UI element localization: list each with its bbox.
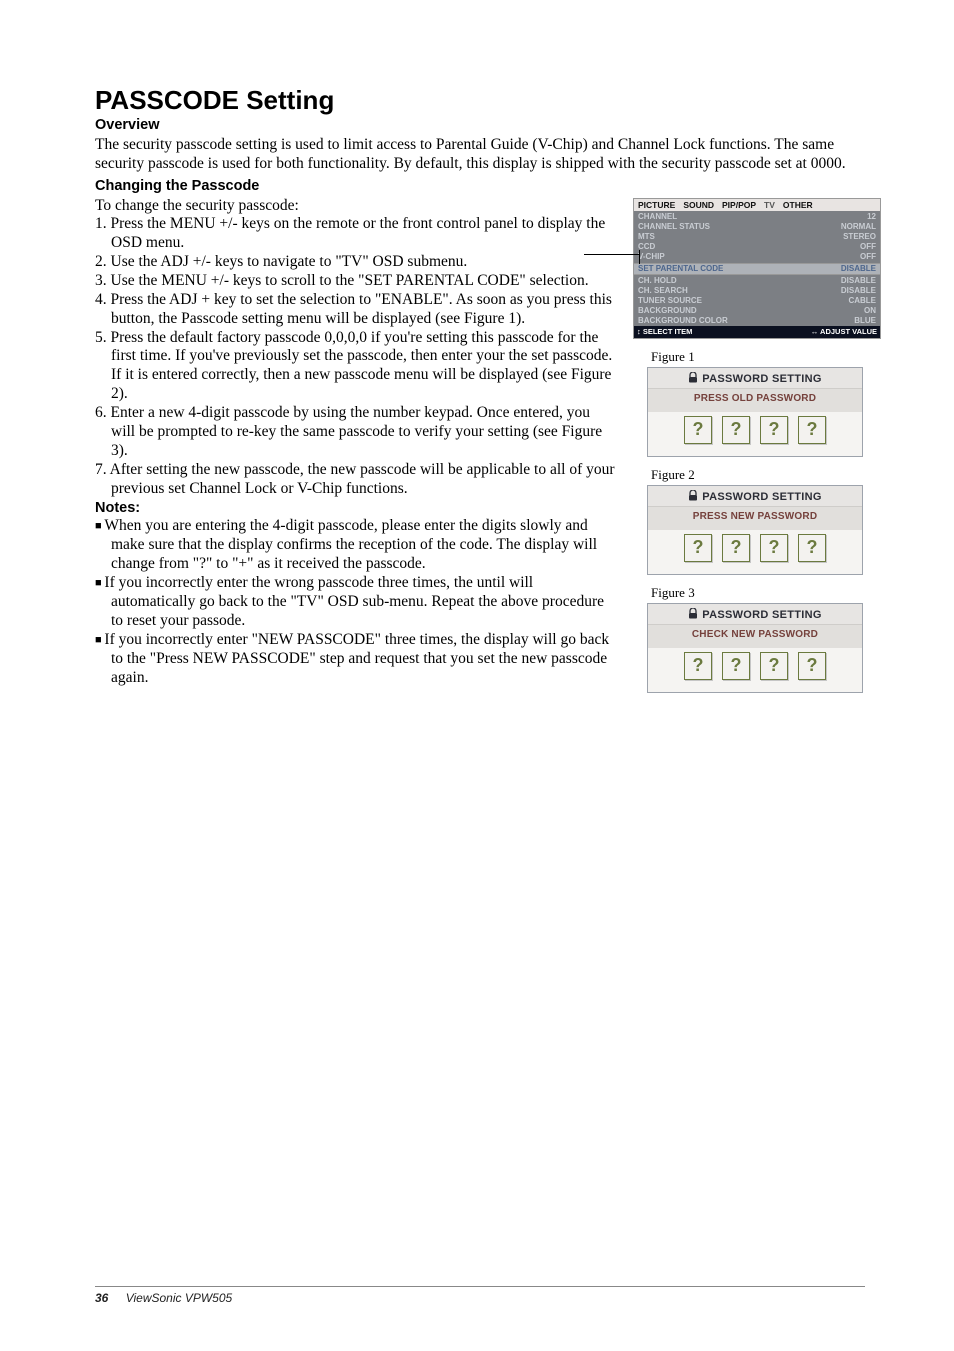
osd-row-label: CCD [638,242,655,252]
password-digit: ? [722,534,750,562]
password-box-title: PASSWORD SETTING [648,368,862,388]
overview-text: The security passcode setting is used to… [95,135,869,174]
step-list: 1. Press the MENU +/- keys on the remote… [95,215,615,499]
page-title: PASSCODE Setting [95,85,869,116]
osd-footer-left: ↕ SELECT ITEM [637,327,692,337]
osd-footer: ↕ SELECT ITEM ↔ ADJUST VALUE [634,326,880,338]
page-number: 36 [95,1291,108,1305]
osd-row-value: 12 [867,212,876,222]
osd-row-label: CHANNEL STATUS [638,222,710,232]
password-box-title: PASSWORD SETTING [648,604,862,624]
password-box-title: PASSWORD SETTING [648,486,862,506]
note-item: When you are entering the 4-digit passco… [95,516,615,573]
password-box-check: PASSWORD SETTING CHECK NEW PASSWORD ? ? … [647,603,863,693]
osd-row-label: CH. HOLD [638,276,677,286]
osd-row: V-CHIP OFF [638,252,876,262]
changing-intro: To change the security passcode: [95,196,615,215]
password-digit: ? [760,416,788,444]
password-digit: ? [798,534,826,562]
osd-row-label: SET PARENTAL CODE [638,264,723,274]
osd-row: BACKGROUND COLOR BLUE [638,316,876,326]
overview-head: Overview [95,117,869,133]
osd-tab-active: TV [760,200,779,210]
note-item: If you incorrectly enter the wrong passc… [95,573,615,630]
password-sub-check: CHECK NEW PASSWORD [648,624,862,648]
password-head-text: PASSWORD SETTING [702,491,822,503]
password-digits: ? ? ? ? [648,648,862,680]
osd-row-highlight: SET PARENTAL CODE DISABLE [634,263,880,275]
osd-tab: SOUND [679,200,718,210]
password-box-new: PASSWORD SETTING PRESS NEW PASSWORD ? ? … [647,485,863,575]
osd-row-label: CHANNEL [638,212,677,222]
osd-row-label: TUNER SOURCE [638,296,702,306]
password-digit: ? [722,416,750,444]
osd-row: CH. SEARCH DISABLE [638,286,876,296]
osd-row-value: DISABLE [841,264,876,274]
password-digit: ? [722,652,750,680]
password-digits: ? ? ? ? [648,412,862,444]
osd-row-value: BLUE [854,316,876,326]
osd-row: CCD OFF [638,242,876,252]
password-digit: ? [684,416,712,444]
lock-icon [688,372,698,386]
step-item: 4. Press the ADJ + key to set the select… [95,291,615,329]
password-digit: ? [684,534,712,562]
figure-1-label: Figure 1 [651,349,883,365]
password-digit: ? [684,652,712,680]
osd-row-value: STEREO [843,232,876,242]
osd-row: CHANNEL 12 [638,212,876,222]
lock-icon [688,490,698,504]
password-head-text: PASSWORD SETTING [702,609,822,621]
osd-row: BACKGROUND ON [638,306,876,316]
notes-list: When you are entering the 4-digit passco… [95,516,615,688]
osd-tab: PIP/POP [718,200,760,210]
figure-2-label: Figure 2 [651,467,883,483]
osd-row-label: BACKGROUND [638,306,697,316]
osd-row-value: DISABLE [841,286,876,296]
osd-row-label: MTS [638,232,655,242]
password-head-text: PASSWORD SETTING [702,373,822,385]
callout-line [584,254,639,255]
page-footer: 36 ViewSonic VPW505 [95,1286,865,1305]
osd-row: CHANNEL STATUS NORMAL [638,222,876,232]
step-item: 1. Press the MENU +/- keys on the remote… [95,215,615,253]
password-digits: ? ? ? ? [648,530,862,562]
password-digit: ? [760,534,788,562]
osd-row: TUNER SOURCE CABLE [638,296,876,306]
osd-row-value: OFF [860,242,876,252]
osd-row-value: CABLE [848,296,876,306]
osd-footer-right: ↔ ADJUST VALUE [811,327,877,337]
osd-tabs: PICTURE SOUND PIP/POP TV OTHER [634,199,880,211]
step-item: 3. Use the MENU +/- keys to scroll to th… [95,272,615,291]
note-item: If you incorrectly enter "NEW PASSCODE" … [95,630,615,687]
step-item: 2. Use the ADJ +/- keys to navigate to "… [95,253,615,272]
product-name: ViewSonic VPW505 [126,1291,233,1305]
password-digit: ? [798,416,826,444]
osd-row-value: DISABLE [841,276,876,286]
password-sub-new: PRESS NEW PASSWORD [648,506,862,530]
osd-row: MTS STEREO [638,232,876,242]
osd-row-value: ON [864,306,876,316]
step-item: 7. After setting the new passcode, the n… [95,461,615,499]
osd-row-label: V-CHIP [638,252,665,262]
osd-row-value: NORMAL [841,222,876,232]
password-digit: ? [798,652,826,680]
osd-row-label: BACKGROUND COLOR [638,316,728,326]
step-item: 6. Enter a new 4-digit passcode by using… [95,404,615,461]
osd-row-label: CH. SEARCH [638,286,688,296]
lock-icon [688,608,698,622]
password-digit: ? [760,652,788,680]
step-item: 5. Press the default factory passcode 0,… [95,329,615,405]
osd-tab: OTHER [779,200,817,210]
osd-tv-menu: PICTURE SOUND PIP/POP TV OTHER CHANNEL 12… [633,198,881,339]
osd-row: CH. HOLD DISABLE [638,276,876,286]
figure-3-label: Figure 3 [651,585,883,601]
osd-tab: PICTURE [634,200,679,210]
changing-head: Changing the Passcode [95,178,869,194]
password-box-old: PASSWORD SETTING PRESS OLD PASSWORD ? ? … [647,367,863,457]
osd-row-value: OFF [860,252,876,262]
password-sub-old: PRESS OLD PASSWORD [648,388,862,412]
notes-head: Notes: [95,500,615,516]
